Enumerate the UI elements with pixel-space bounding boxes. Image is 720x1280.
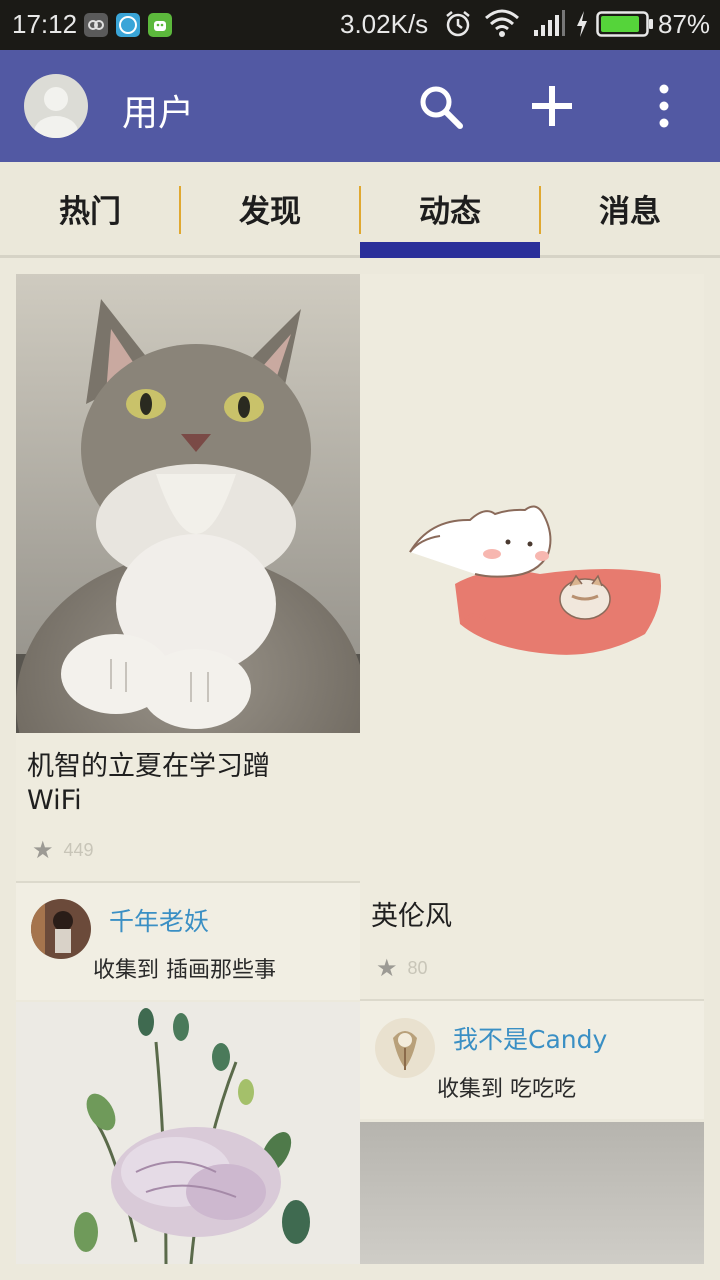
pin-title-line: WiFi bbox=[27, 785, 82, 816]
star-count: 449 bbox=[63, 839, 94, 860]
pin-title: 机智的立夏在学习蹭 WiFi bbox=[27, 750, 270, 818]
signal-icon bbox=[534, 10, 565, 36]
tab-bar: 热门 发现 动态 消息 bbox=[0, 162, 720, 258]
cat-photo[interactable] bbox=[16, 274, 360, 854]
tab-discover[interactable]: 发现 bbox=[180, 162, 360, 255]
star-button[interactable]: ★ 449 bbox=[32, 836, 94, 864]
user-avatar-image bbox=[375, 1018, 435, 1078]
pin-card[interactable]: 机智的立夏在学习蹭 WiFi ★ 449 千年老妖 收集到 插画那些事 bbox=[16, 274, 360, 1000]
pin-owner-row: 千年老妖 收集到 插画那些事 bbox=[16, 881, 360, 1000]
search-button[interactable] bbox=[412, 78, 468, 134]
pin-card[interactable]: 英伦风 ★ 80 我不是Candy 收集到 吃吃吃 bbox=[360, 274, 704, 1119]
profile-avatar[interactable] bbox=[24, 74, 88, 138]
tab-hot[interactable]: 热门 bbox=[0, 162, 180, 255]
more-options-button[interactable] bbox=[636, 78, 692, 134]
user-avatar-image bbox=[31, 899, 91, 959]
notification-24h-icon bbox=[116, 13, 140, 37]
add-icon bbox=[532, 86, 572, 126]
flower-watercolor[interactable] bbox=[16, 1002, 360, 1264]
star-button[interactable]: ★ 80 bbox=[376, 954, 428, 982]
user-avatar[interactable] bbox=[31, 899, 91, 959]
collected-to: 收集到 插画那些事 bbox=[93, 952, 276, 984]
user-avatar[interactable] bbox=[375, 1018, 435, 1078]
user-name-link[interactable]: 千年老妖 bbox=[109, 902, 209, 938]
app-bar: 用户 bbox=[0, 50, 720, 162]
notification-app-icon bbox=[84, 13, 108, 37]
star-count: 80 bbox=[407, 957, 428, 978]
wifi-icon bbox=[485, 9, 519, 37]
pin-title-line: 机智的立夏在学习蹭 bbox=[27, 751, 270, 782]
cat-illustration[interactable] bbox=[360, 274, 704, 884]
pin-card[interactable] bbox=[16, 1002, 360, 1264]
search-icon bbox=[420, 86, 463, 129]
collected-to-label: 收集到 bbox=[93, 958, 160, 983]
collected-to: 收集到 吃吃吃 bbox=[437, 1071, 576, 1103]
pin-title: 英伦风 bbox=[371, 901, 452, 932]
more-vert-icon bbox=[659, 84, 669, 128]
page-title: 用户 bbox=[122, 93, 195, 134]
board-link[interactable]: 插画那些事 bbox=[166, 958, 276, 983]
grey-photo[interactable] bbox=[360, 1122, 704, 1264]
collected-to-label: 收集到 bbox=[437, 1077, 504, 1102]
add-button[interactable] bbox=[524, 78, 580, 134]
user-name-link[interactable]: 我不是Candy bbox=[453, 1020, 607, 1056]
status-net-speed: 3.02K/s bbox=[340, 9, 429, 39]
status-bar: 17:12 3.02K/s 87% bbox=[0, 0, 720, 50]
notification-android-icon bbox=[148, 13, 172, 37]
star-icon: ★ bbox=[376, 954, 398, 982]
battery-icon bbox=[596, 11, 653, 37]
status-time: 17:12 bbox=[12, 9, 78, 39]
pin-card[interactable] bbox=[360, 1122, 704, 1264]
board-link[interactable]: 吃吃吃 bbox=[510, 1077, 576, 1102]
battery-percent: 87% bbox=[658, 9, 711, 39]
pin-owner-row: 我不是Candy 收集到 吃吃吃 bbox=[360, 999, 704, 1119]
default-user-icon bbox=[34, 87, 78, 138]
tab-messages[interactable]: 消息 bbox=[540, 162, 720, 255]
charging-icon bbox=[577, 11, 587, 37]
selected-tab-indicator bbox=[360, 242, 540, 258]
alarm-icon bbox=[446, 11, 470, 37]
star-icon: ★ bbox=[32, 836, 54, 864]
